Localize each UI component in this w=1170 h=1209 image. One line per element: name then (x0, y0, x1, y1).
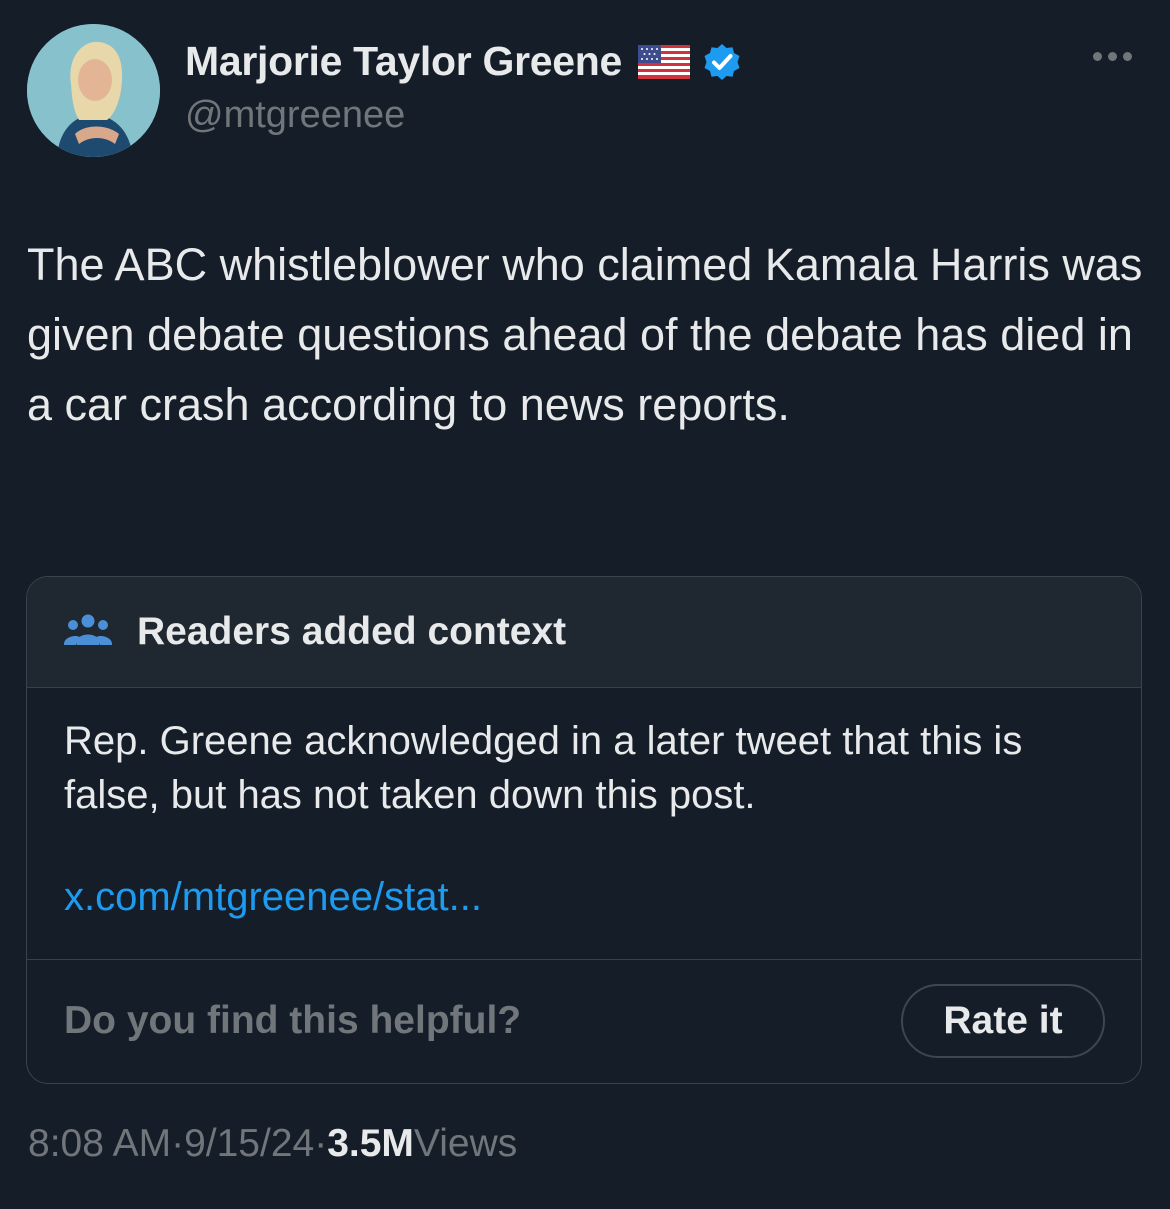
tweet-date[interactable]: 9/15/24 (184, 1122, 314, 1166)
author-handle[interactable]: @mtgreenee (185, 94, 405, 137)
dot (1123, 52, 1132, 61)
community-note: Readers added context Rep. Greene acknow… (26, 576, 1142, 1084)
meta-separator: · (314, 1122, 328, 1165)
community-note-footer: Do you find this helpful? Rate it (27, 960, 1141, 1082)
us-flag-icon (637, 44, 690, 79)
community-note-body: Rep. Greene acknowledged in a later twee… (27, 688, 1141, 960)
dot (1108, 52, 1117, 61)
people-group-icon (64, 614, 112, 645)
author-name-row: Marjorie Taylor Greene (185, 38, 742, 85)
rate-it-button[interactable]: Rate it (901, 984, 1105, 1058)
community-note-text: Rep. Greene acknowledged in a later twee… (64, 719, 1023, 817)
tweet-text: The ABC whistleblower who claimed Kamala… (27, 239, 1143, 430)
avatar[interactable] (27, 24, 160, 157)
community-note-title: Readers added context (137, 610, 567, 653)
views-label[interactable]: Views (414, 1122, 517, 1166)
community-note-link[interactable]: x.com/mtgreenee/stat... (64, 875, 1105, 920)
community-note-header: Readers added context (27, 577, 1141, 688)
views-count: 3.5M (327, 1122, 414, 1165)
meta-separator: · (171, 1122, 185, 1165)
helpful-prompt: Do you find this helpful? (64, 999, 522, 1042)
tweet-meta: 8:08 AM · 9/15/24 · 3.5M Views (28, 1122, 517, 1166)
tweet-time[interactable]: 8:08 AM (28, 1122, 171, 1166)
author-name[interactable]: Marjorie Taylor Greene (185, 38, 622, 85)
dot (1093, 52, 1102, 61)
verified-badge-icon[interactable] (702, 42, 742, 82)
more-options-icon[interactable] (1093, 52, 1132, 61)
